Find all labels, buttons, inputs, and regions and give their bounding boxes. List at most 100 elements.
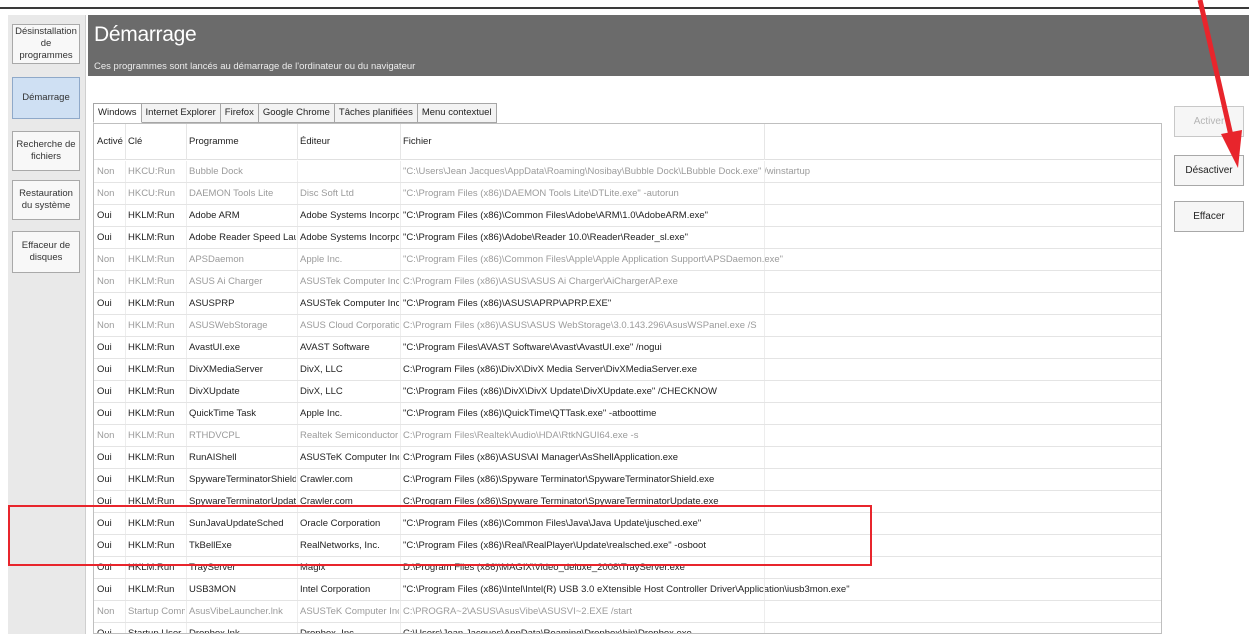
cell-publisher: Apple Inc. [300,254,343,265]
cell-program: ASUS Ai Charger [189,276,263,287]
table-row[interactable]: Non Startup Common AsusVibeLauncher.lnk ASU… [94,601,1161,623]
main-panel: Windows Internet Explorer Firefox Google… [88,76,1249,634]
cell-file: "C:\Program Files (x86)\ASUS\APRP\APRP.E… [403,298,612,309]
cell-file: "C:\Program Files (x86)\DivX\DivX Update… [403,386,717,397]
table-row[interactable]: Oui HKLM:Run AvastUI.exe AVAST Software "C:\… [94,337,1161,359]
cell-publisher: DivX, LLC [300,364,343,375]
table-row[interactable]: Non HKLM:Run ASUSWebStorage ASUS Cloud Corp… [94,315,1161,337]
table-row[interactable]: Oui HKLM:Run TrayServer Magix D:\Program Fil… [94,557,1161,579]
cell-key: HKLM:Run [128,584,175,595]
sidebar-item-disk-wiper[interactable]: Effaceur de disques [12,231,80,273]
table-row[interactable]: Oui HKLM:Run SpywareTerminatorShield Crawle… [94,469,1161,491]
cell-program: SpywareTerminatorShield [189,474,296,485]
sidebar-item-label: Recherche de fichiers [16,139,76,162]
sidebar-item-file-search[interactable]: Recherche de fichiers [12,131,80,171]
cell-publisher: Magix [300,562,326,573]
table-row[interactable]: Oui HKLM:Run DivXMediaServer DivX, LLC C:\Pr… [94,359,1161,381]
cell-program: TrayServer [189,562,236,573]
cell-active: Non [97,254,115,265]
cell-publisher: Crawler.com [300,496,353,507]
tab-bar: Windows Internet Explorer Firefox Google… [93,103,497,123]
table-row[interactable]: Oui HKLM:Run SpywareTerminatorUpdater Crawl… [94,491,1161,513]
table-row[interactable]: Oui HKLM:Run SunJavaUpdateSched Oracle Corp… [94,513,1161,535]
table-body: Non HKCU:Run Bubble Dock "C:\Users\Jean Jac… [94,161,1161,634]
sidebar-item-label: Effaceur de disques [21,240,71,263]
column-header-file[interactable]: Fichier [403,136,432,147]
tab-context-menu[interactable]: Menu contextuel [417,103,497,123]
table-row[interactable]: Oui HKLM:Run QuickTime Task Apple Inc. "C:\P… [94,403,1161,425]
table-row[interactable]: Oui HKLM:Run ASUSPRP ASUSTek Computer Inc. "… [94,293,1161,315]
table-row[interactable]: Oui HKLM:Run DivXUpdate DivX, LLC "C:\Progra… [94,381,1161,403]
table-row[interactable]: Oui HKLM:Run USB3MON Intel Corporation "C:\P… [94,579,1161,601]
cell-active: Non [97,166,115,177]
cell-active: Oui [97,474,112,485]
cell-program: Dropbox.lnk [189,628,240,634]
table-row[interactable]: Non HKLM:Run APSDaemon Apple Inc. "C:\Progra… [94,249,1161,271]
cell-program: TkBellExe [189,540,232,551]
cell-publisher: Adobe Systems Incorporated [300,232,399,243]
tab-windows[interactable]: Windows [93,103,142,123]
cell-key: HKLM:Run [128,452,175,463]
cell-key: HKLM:Run [128,518,175,529]
cell-active: Oui [97,452,112,463]
sidebar-item-startup[interactable]: Démarrage [12,77,80,119]
cell-program: APSDaemon [189,254,244,265]
table-row[interactable]: Oui HKLM:Run Adobe ARM Adobe Systems Incorp… [94,205,1161,227]
cell-file: "C:\Program Files (x86)\Adobe\Reader 10.… [403,232,689,243]
column-header-program[interactable]: Programme [189,136,239,147]
cell-publisher: Intel Corporation [300,584,371,595]
cell-program: DivXUpdate [189,386,240,397]
sidebar-item-uninstall[interactable]: Désinstallation de programmes [12,24,80,64]
tab-scheduled-tasks[interactable]: Tâches planifiées [334,103,418,123]
tab-internet-explorer[interactable]: Internet Explorer [141,103,221,123]
cell-active: Non [97,430,115,441]
cell-active: Oui [97,386,112,397]
cell-publisher: RealNetworks, Inc. [300,540,380,551]
cell-program: AsusVibeLauncher.lnk [189,606,283,617]
table-row[interactable]: Oui Startup User Dropbox.lnk Dropbox, Inc. C… [94,623,1161,634]
sidebar-item-system-restore[interactable]: Restauration du système [12,180,80,220]
cell-key: HKLM:Run [128,408,175,419]
cell-publisher: DivX, LLC [300,386,343,397]
cell-key: Startup User [128,628,182,634]
table-row[interactable]: Non HKLM:Run ASUS Ai Charger ASUSTek Comput… [94,271,1161,293]
cell-program: DAEMON Tools Lite [189,188,274,199]
cell-file: C:\Program Files (x86)\DivX\DivX Media S… [403,364,698,375]
sidebar: Désinstallation de programmes Démarrage … [8,15,86,634]
cell-active: Oui [97,562,112,573]
cell-publisher: Adobe Systems Incorporated [300,210,399,221]
cell-key: Startup Common [128,606,185,617]
tab-firefox[interactable]: Firefox [220,103,259,123]
page-title: Démarrage [94,23,197,46]
column-header-active[interactable]: Activé [97,136,123,147]
top-border [0,7,1249,9]
disable-button[interactable]: Désactiver [1174,155,1244,186]
cell-program: DivXMediaServer [189,364,263,375]
table-row[interactable]: Non HKCU:Run Bubble Dock "C:\Users\Jean Jac… [94,161,1161,183]
column-header-publisher[interactable]: Éditeur [300,136,330,147]
table-row[interactable]: Non HKLM:Run RTHDVCPL Realtek Semiconductor… [94,425,1161,447]
cell-publisher: Crawler.com [300,474,353,485]
table-header: Activé Clé Programme Éditeur Fichier [94,124,1161,160]
enable-button[interactable]: Activer [1174,106,1244,137]
table-row[interactable]: Non HKCU:Run DAEMON Tools Lite Disc Soft Lt… [94,183,1161,205]
table-row[interactable]: Oui HKLM:Run Adobe Reader Speed Launcher Ad… [94,227,1161,249]
cell-file: "C:\Program Files (x86)\Common Files\Ado… [403,210,709,221]
tab-google-chrome[interactable]: Google Chrome [258,103,335,123]
table-row[interactable]: Oui HKLM:Run TkBellExe RealNetworks, Inc. "C… [94,535,1161,557]
cell-program: RunAIShell [189,452,237,463]
delete-button[interactable]: Effacer [1174,201,1244,232]
cell-file: C:\Program Files (x86)\ASUS\ASUS Ai Char… [403,276,678,287]
sidebar-item-label: Démarrage [22,92,70,103]
cell-active: Oui [97,364,112,375]
cell-file: C:\Program Files (x86)\ASUS\AI Manager\A… [403,452,679,463]
cell-file: C:\PROGRA~2\ASUS\AsusVibe\ASUSVI~2.EXE /… [403,606,632,617]
cell-program: AvastUI.exe [189,342,241,353]
cell-key: HKLM:Run [128,276,175,287]
cell-active: Oui [97,518,112,529]
cell-file: "C:\Program Files (x86)\Intel\Intel(R) U… [403,584,850,595]
cell-program: Bubble Dock [189,166,243,177]
cell-publisher: Dropbox, Inc. [300,628,357,634]
table-row[interactable]: Oui HKLM:Run RunAIShell ASUSTeK Computer In… [94,447,1161,469]
column-header-key[interactable]: Clé [128,136,142,147]
